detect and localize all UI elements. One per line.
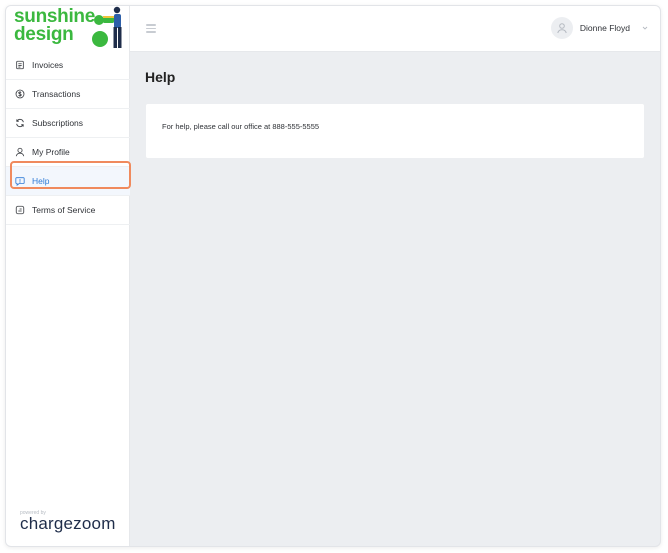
brand-logo[interactable]: sunshine design [13, 6, 131, 52]
sidebar-item-invoices[interactable]: Invoices [6, 51, 130, 80]
invoice-icon [15, 60, 25, 70]
user-menu[interactable]: Dionne Floyd [550, 17, 648, 39]
sidebar-item-my-profile[interactable]: My Profile [6, 138, 130, 167]
help-card: For help, please call our office at 888-… [146, 104, 644, 158]
user-name: Dionne Floyd [579, 23, 630, 33]
sidebar-item-label: Transactions [32, 89, 81, 99]
sidebar-item-label: Invoices [32, 60, 64, 70]
sidebar: sunshine design Invoices Transactions Su… [6, 6, 130, 546]
sidebar-item-label: Terms of Service [32, 205, 96, 215]
sidebar-item-subscriptions[interactable]: Subscriptions [6, 109, 130, 138]
sidebar-item-label: My Profile [32, 147, 70, 157]
top-bar: Dionne Floyd [130, 6, 660, 52]
sidebar-nav: Invoices Transactions Subscriptions My P… [6, 51, 130, 225]
avatar-icon [550, 17, 573, 39]
app-window: sunshine design Invoices Transactions Su… [5, 5, 661, 547]
sidebar-item-help[interactable]: Help [6, 167, 130, 196]
document-icon [15, 205, 25, 215]
chevron-down-icon [642, 26, 648, 30]
provider-logo[interactable]: chargezoom [20, 514, 116, 534]
sidebar-item-label: Help [32, 176, 50, 186]
refresh-icon [15, 118, 25, 128]
sidebar-item-label: Subscriptions [32, 118, 84, 128]
sidebar-item-transactions[interactable]: Transactions [6, 80, 130, 109]
hamburger-icon[interactable] [146, 24, 156, 33]
logo-figures-icon [92, 6, 122, 48]
dollar-circle-icon [15, 89, 25, 99]
help-chat-icon [15, 176, 25, 186]
sidebar-item-terms-of-service[interactable]: Terms of Service [6, 196, 130, 225]
logo-text: sunshine design [14, 6, 96, 45]
page-title: Help [145, 69, 176, 85]
user-icon [15, 147, 25, 157]
help-text: For help, please call our office at 888-… [162, 122, 320, 131]
